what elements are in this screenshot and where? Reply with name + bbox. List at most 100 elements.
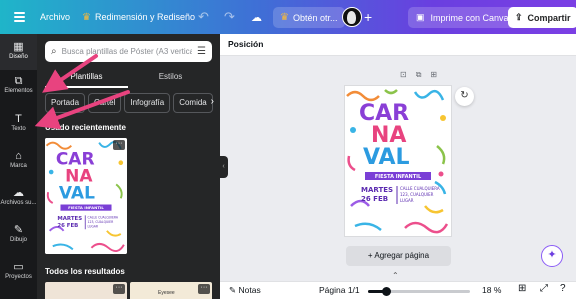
lock-icon[interactable]: ⊡: [400, 70, 407, 80]
grid-view-icon[interactable]: ⊞: [518, 283, 526, 294]
zoom-level[interactable]: 18 %: [482, 285, 501, 295]
rail-item-label: Dibujo: [9, 237, 27, 243]
tab-styles[interactable]: Estilos: [129, 68, 212, 88]
rail-item-projects[interactable]: ▭ Proyectos: [0, 260, 37, 280]
print-label: Imprime con Canva: [430, 12, 509, 23]
page-count[interactable]: Página 1/1: [319, 285, 360, 295]
fullscreen-icon[interactable]: ⤢: [540, 283, 548, 294]
folder-icon: ▭: [13, 261, 24, 273]
poster-addr-2: 123, CUALQUIER: [400, 192, 434, 197]
rail-item-label: Texto: [11, 126, 26, 132]
rail-item-elements[interactable]: ⧉ Elementos: [0, 74, 37, 94]
recent-template-thumbnail[interactable]: CAR NA VAL FIESTA INFANTIL MARTES 26 FEB…: [45, 138, 127, 254]
poster-date-bottom: 26 FEB: [361, 195, 388, 203]
result-thumb-label: Eyesee: [158, 290, 175, 296]
carnaval-poster-thumbnail-art: CAR NA VAL FIESTA INFANTIL MARTES 26 FEB…: [45, 138, 127, 254]
recent-title: Usado recientemente: [45, 123, 126, 132]
add-page-icon[interactable]: ⊞: [430, 70, 437, 80]
notes-button[interactable]: ✎ Notas: [229, 285, 261, 296]
chip-poster[interactable]: Cartel: [88, 93, 122, 113]
poster-addr-2: 123, CUALQUIER: [88, 220, 115, 224]
more-options-icon[interactable]: ···: [113, 284, 125, 294]
poster-addr-1: CALLE CUALQUIERA: [400, 186, 440, 191]
cloud-save-icon[interactable]: ☁: [251, 0, 262, 34]
context-toolbar: Posición: [220, 34, 576, 56]
share-button[interactable]: ⇪ Compartir: [508, 7, 576, 28]
help-icon[interactable]: ?: [560, 283, 566, 294]
poster-line-3: VAL: [363, 145, 410, 170]
poster-line-3: VAL: [59, 183, 95, 203]
resize-redesign-button[interactable]: ♛ Redimensión y Rediseño: [82, 0, 195, 34]
chip-food[interactable]: Comida: [173, 93, 213, 113]
chevron-up-icon[interactable]: ⌃: [392, 271, 399, 280]
rail-item-label: Diseño: [9, 54, 28, 60]
archivo-menu[interactable]: Archivo: [40, 0, 70, 34]
poster-banner: FIESTA INFANTIL: [375, 174, 422, 180]
filter-icon[interactable]: ☰: [197, 46, 206, 57]
crown-icon: ♛: [82, 11, 91, 23]
avatar[interactable]: [342, 7, 362, 27]
search-icon: ⌕: [51, 46, 57, 57]
undo-icon[interactable]: ↶: [198, 0, 209, 34]
redo-icon[interactable]: ↷: [224, 0, 235, 34]
brand-icon: ⌂: [15, 150, 22, 162]
page-tools: ⊡ ⧉ ⊞: [400, 70, 437, 80]
zoom-slider-knob[interactable]: [382, 287, 392, 296]
shapes-icon: ⧉: [14, 75, 23, 87]
templates-panel: ⌕ Busca plantillas de Póster (A3 vertica…: [37, 34, 220, 299]
text-icon: T: [15, 113, 22, 125]
chip-infographic[interactable]: Infografía: [124, 93, 171, 113]
rail-item-design[interactable]: ▦ Diseño: [0, 34, 37, 70]
chevron-right-icon[interactable]: ›: [211, 96, 214, 107]
magic-assistant-icon[interactable]: ✦: [541, 245, 563, 267]
resize-redesign-label: Redimensión y Rediseño: [94, 12, 196, 22]
document-title-button[interactable]: ♛ Obtén otr...: [273, 7, 345, 28]
print-icon: ▣: [416, 12, 425, 22]
position-button[interactable]: Posición: [228, 39, 263, 49]
refresh-icon[interactable]: ↻: [455, 87, 474, 106]
category-chips: Portada Cartel Infografía Comida ›: [45, 93, 220, 113]
poster-date-top: MARTES: [361, 186, 393, 194]
poster-banner: FIESTA INFANTIL: [68, 205, 104, 210]
tab-templates[interactable]: Plantillas: [45, 68, 128, 88]
draw-icon: ✎: [13, 224, 24, 236]
collapse-panel-handle[interactable]: ‹: [219, 156, 228, 178]
duplicate-icon[interactable]: ⧉: [416, 70, 422, 80]
crown-icon: ♛: [280, 12, 289, 23]
rail-item-draw[interactable]: ✎ Dibujo: [0, 223, 37, 243]
poster-date-bottom: 26 FEB: [57, 223, 78, 229]
rail-item-text[interactable]: T Texto: [0, 112, 37, 132]
rail-item-brand[interactable]: ⌂ Marca: [0, 149, 37, 169]
poster-addr-3: LUGAR: [400, 198, 414, 203]
poster-date-top: MARTES: [57, 216, 82, 222]
share-icon: ⇪: [515, 12, 523, 22]
search-placeholder: Busca plantillas de Póster (A3 vertical: [61, 47, 193, 56]
add-page-button[interactable]: + Agregar página: [346, 246, 451, 266]
rail-item-label: Elementos: [4, 88, 33, 94]
print-with-canva-button[interactable]: ▣ Imprime con Canva: [408, 7, 517, 28]
template-search-input[interactable]: ⌕ Busca plantillas de Póster (A3 vertica…: [45, 41, 212, 62]
poster-addr-1: CALLE CUALQUIERA: [88, 215, 119, 219]
share-label: Compartir: [527, 12, 571, 23]
more-options-icon[interactable]: ···: [198, 284, 210, 294]
chip-cover[interactable]: Portada: [45, 93, 86, 113]
results-title: Todos los resultados: [45, 267, 125, 276]
layout-icon: ▦: [13, 41, 24, 53]
upload-icon: ☁: [13, 187, 24, 199]
panel-tabs: Plantillas Estilos: [45, 68, 212, 88]
poster-addr-3: LUGAR: [88, 225, 99, 229]
notes-label: Notas: [238, 285, 261, 295]
left-rail: ▦ Diseño ⧉ Elementos T Texto ⌂ Marca ☁ A…: [0, 34, 37, 299]
document-title-label: Obtén otr...: [292, 12, 338, 23]
menu-icon[interactable]: [12, 0, 26, 34]
add-collaborator-icon[interactable]: +: [364, 0, 372, 34]
rail-item-label: Proyectos: [5, 274, 32, 280]
result-template-thumbnail[interactable]: ···: [45, 282, 127, 299]
zoom-slider[interactable]: [368, 287, 470, 296]
rail-item-label: Marca: [10, 163, 27, 169]
rail-item-label: Archivos su...: [0, 200, 37, 206]
result-template-thumbnail[interactable]: Eyesee ···: [130, 282, 212, 299]
more-options-icon[interactable]: ···: [113, 140, 125, 150]
rail-item-uploads[interactable]: ☁ Archivos su...: [0, 186, 37, 206]
design-page[interactable]: CAR NA VAL FIESTA INFANTIL MARTES 26 FEB…: [345, 86, 451, 236]
